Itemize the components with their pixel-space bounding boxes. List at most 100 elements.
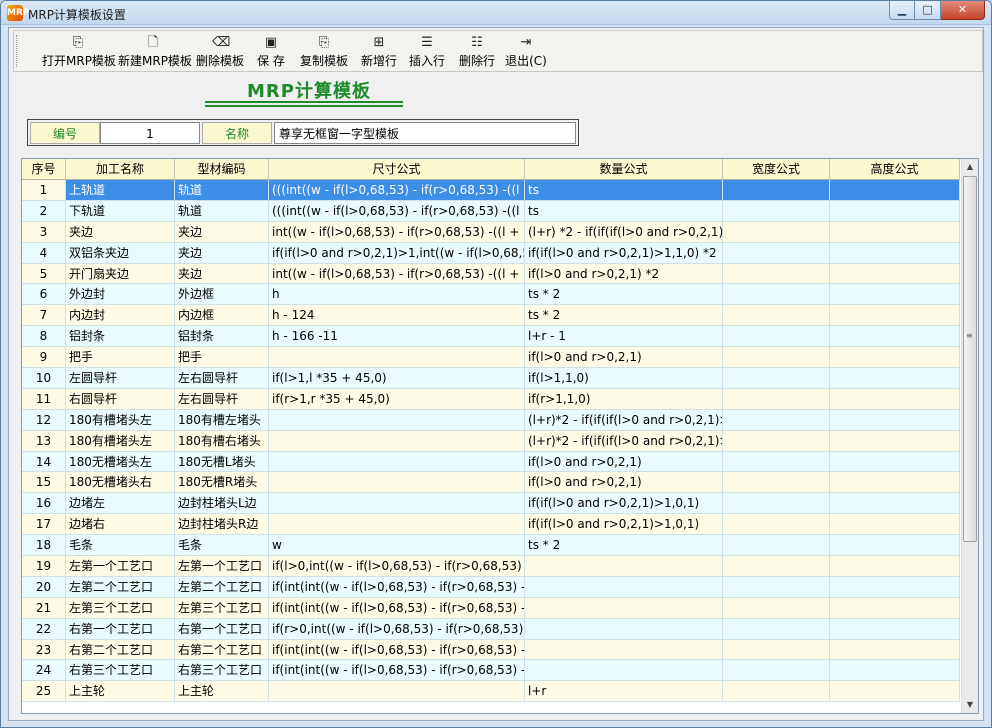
cell-process-name[interactable]: 左圆导杆 (66, 368, 175, 389)
cell-profile-code[interactable]: 边封柱堵头R边 (175, 514, 269, 536)
delete-template-button[interactable]: ⌫ 删除模板 (194, 35, 246, 69)
cell-seq[interactable]: 1 (22, 180, 66, 201)
cell-profile-code[interactable]: 边封柱堵头L边 (175, 493, 269, 515)
cell-process-name[interactable]: 开门扇夹边 (66, 263, 175, 285)
cell-size-formula[interactable]: if(if(l>0 and r>0,2,1)>1,int((w - if(l>0… (269, 242, 525, 264)
cell-process-name[interactable]: 右第一个工艺口 (66, 618, 175, 640)
cell-process-name[interactable]: 右第二个工艺口 (66, 639, 175, 661)
cell-process-name[interactable]: 180无槽堵头右 (66, 472, 175, 494)
cell-process-name[interactable]: 右第三个工艺口 (66, 660, 175, 682)
title-bar[interactable]: MRP MRP计算模板设置 ▁ □ ✕ (1, 1, 991, 25)
cell-profile-code[interactable]: 右第三个工艺口 (175, 660, 269, 682)
copy-template-button[interactable]: ⎘ 复制模板 (298, 35, 350, 69)
cell-profile-code[interactable]: 左第三个工艺口 (175, 597, 269, 619)
cell-profile-code[interactable]: 毛条 (175, 535, 269, 557)
cell-process-name[interactable]: 内边封 (66, 305, 175, 327)
cell-size-formula[interactable]: if(r>0,int((w - if(l>0,68,53) - if(r>0,6… (269, 618, 525, 640)
cell-qty-formula[interactable]: if(l>1,1,0) (525, 368, 723, 389)
cell-width-formula[interactable] (723, 514, 830, 536)
cell-profile-code[interactable]: 夹边 (175, 221, 269, 243)
cell-process-name[interactable]: 把手 (66, 347, 175, 369)
cell-qty-formula[interactable] (525, 556, 723, 577)
cell-qty-formula[interactable]: (l+r) *2 - if(if(if(l>0 and r>0,2,1)>1,1… (525, 221, 723, 243)
column-header-size-formula[interactable]: 尺寸公式 (269, 159, 525, 180)
cell-qty-formula[interactable]: (l+r)*2 - if(if(if(l>0 and r>0,2,1)>1,1,… (525, 430, 723, 452)
cell-height-formula[interactable] (830, 347, 960, 369)
cell-height-formula[interactable] (830, 618, 960, 640)
add-row-button[interactable]: ⊞ 新增行 (358, 35, 400, 69)
table-row[interactable]: 1 上轨道 轨道 (((int((w - if(l>0,68,53) - if(r>0… (22, 180, 962, 201)
table-row[interactable]: 3 夹边 夹边 int((w - if(l>0,68,53) - if(r>0,68,… (22, 221, 962, 243)
cell-profile-code[interactable]: 180有槽右堵头 (175, 430, 269, 452)
cell-qty-formula[interactable]: ts * 2 (525, 305, 723, 327)
cell-height-formula[interactable] (830, 430, 960, 452)
cell-height-formula[interactable] (830, 472, 960, 494)
cell-height-formula[interactable] (830, 660, 960, 682)
column-header-width-formula[interactable]: 宽度公式 (723, 159, 830, 180)
cell-width-formula[interactable] (723, 180, 830, 201)
cell-height-formula[interactable] (830, 451, 960, 473)
cell-size-formula[interactable]: if(l>0,int((w - if(l>0,68,53) - if(r>0,6… (269, 556, 525, 577)
cell-height-formula[interactable] (830, 242, 960, 264)
cell-height-formula[interactable] (830, 284, 960, 306)
cell-process-name[interactable]: 下轨道 (66, 200, 175, 222)
cell-size-formula[interactable]: (((int((w - if(l>0,68,53) - if(r>0,68,53… (269, 180, 525, 201)
cell-qty-formula[interactable]: ts (525, 180, 723, 201)
new-template-button[interactable]: 🗋 新建MRP模板 (118, 35, 192, 69)
cell-seq[interactable]: 13 (22, 430, 66, 452)
cell-size-formula[interactable]: if(int(int((w - if(l>0,68,53) - if(r>0,6… (269, 576, 525, 598)
cell-seq[interactable]: 21 (22, 597, 66, 619)
table-row[interactable]: 24 右第三个工艺口 右第三个工艺口 if(int(int((w - if(l>0,6… (22, 660, 962, 682)
cell-height-formula[interactable] (830, 493, 960, 515)
cell-width-formula[interactable] (723, 409, 830, 431)
table-row[interactable]: 16 边堵左 边封柱堵头L边 if(if(l>0 and r>0,2,1)>1,0,1… (22, 493, 962, 515)
cell-seq[interactable]: 10 (22, 368, 66, 389)
cell-qty-formula[interactable]: if(if(l>0 and r>0,2,1)>1,0,1) (525, 514, 723, 536)
cell-profile-code[interactable]: 左第二个工艺口 (175, 576, 269, 598)
cell-seq[interactable]: 6 (22, 284, 66, 306)
cell-height-formula[interactable] (830, 263, 960, 285)
cell-profile-code[interactable]: 内边框 (175, 305, 269, 327)
cell-size-formula[interactable]: if(int(int((w - if(l>0,68,53) - if(r>0,6… (269, 597, 525, 619)
cell-profile-code[interactable]: 把手 (175, 347, 269, 369)
column-header-profile-code[interactable]: 型材编码 (175, 159, 269, 180)
cell-profile-code[interactable]: 轨道 (175, 180, 269, 201)
column-header-seq[interactable]: 序号 (22, 159, 66, 180)
cell-profile-code[interactable]: 180无槽R堵头 (175, 472, 269, 494)
cell-size-formula[interactable]: if(r>1,r *35 + 45,0) (269, 388, 525, 410)
cell-size-formula[interactable]: if(l>1,l *35 + 45,0) (269, 368, 525, 389)
cell-seq[interactable]: 22 (22, 618, 66, 640)
cell-width-formula[interactable] (723, 305, 830, 327)
cell-process-name[interactable]: 上主轮 (66, 681, 175, 703)
cell-qty-formula[interactable] (525, 660, 723, 682)
cell-seq[interactable]: 18 (22, 535, 66, 557)
toolbar-grip[interactable] (16, 35, 19, 67)
cell-profile-code[interactable]: 铝封条 (175, 326, 269, 348)
cell-size-formula[interactable]: if(int(int((w - if(l>0,68,53) - if(r>0,6… (269, 639, 525, 661)
table-row[interactable]: 21 左第三个工艺口 左第三个工艺口 if(int(int((w - if(l>0,6… (22, 597, 962, 619)
cell-profile-code[interactable]: 外边框 (175, 284, 269, 306)
cell-profile-code[interactable]: 180无槽L堵头 (175, 451, 269, 473)
table-row[interactable]: 18 毛条 毛条 w ts * 2 (22, 535, 962, 557)
cell-profile-code[interactable]: 右第二个工艺口 (175, 639, 269, 661)
cell-size-formula[interactable] (269, 472, 525, 494)
cell-seq[interactable]: 19 (22, 556, 66, 577)
cell-size-formula[interactable] (269, 430, 525, 452)
cell-width-formula[interactable] (723, 556, 830, 577)
cell-size-formula[interactable]: int((w - if(l>0,68,53) - if(r>0,68,53) -… (269, 263, 525, 285)
cell-width-formula[interactable] (723, 597, 830, 619)
cell-seq[interactable]: 17 (22, 514, 66, 536)
cell-seq[interactable]: 3 (22, 221, 66, 243)
cell-width-formula[interactable] (723, 388, 830, 410)
table-row[interactable]: 22 右第一个工艺口 右第一个工艺口 if(r>0,int((w - if(l>0,6… (22, 618, 962, 640)
cell-process-name[interactable]: 上轨道 (66, 180, 175, 201)
cell-height-formula[interactable] (830, 639, 960, 661)
cell-size-formula[interactable] (269, 347, 525, 369)
scroll-thumb[interactable] (963, 176, 977, 542)
cell-seq[interactable]: 4 (22, 242, 66, 264)
cell-width-formula[interactable] (723, 472, 830, 494)
cell-width-formula[interactable] (723, 660, 830, 682)
cell-width-formula[interactable] (723, 221, 830, 243)
cell-seq[interactable]: 11 (22, 388, 66, 410)
cell-height-formula[interactable] (830, 597, 960, 619)
